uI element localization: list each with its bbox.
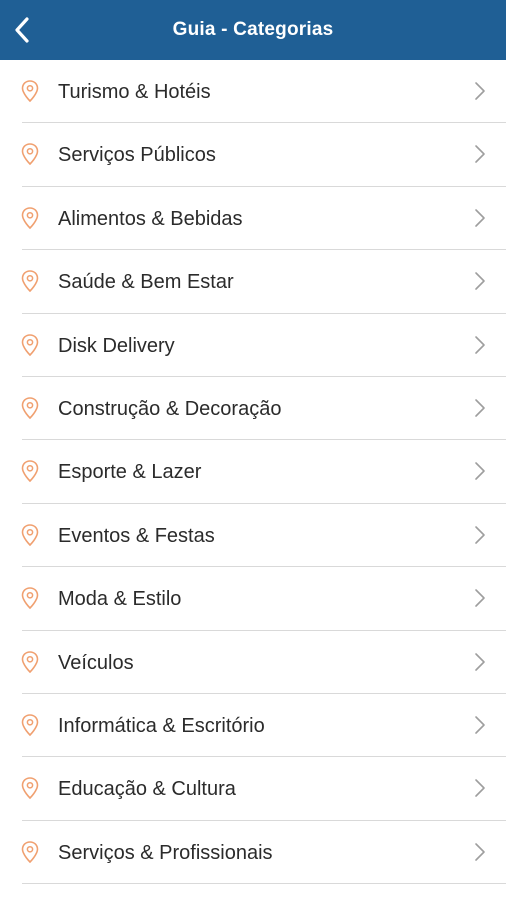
app-screen: Guia - Categorias Turismo & Hotéis Serviç… [0, 0, 506, 900]
chevron-right-icon [475, 335, 485, 354]
list-item[interactable]: Construção & Decoração [0, 377, 506, 441]
map-pin-icon [21, 397, 39, 420]
list-item-label: Turismo & Hotéis [58, 81, 211, 103]
chevron-right-icon [475, 208, 485, 227]
chevron-right-icon [475, 399, 485, 417]
category-list: Turismo & Hotéis Serviços Públicos Aliment… [0, 60, 506, 885]
list-item[interactable]: Informática & Escritório [0, 694, 506, 758]
list-item[interactable]: Serviços & Profissionais [0, 821, 506, 885]
list-item-label: Alimentos & Bebidas [58, 207, 243, 230]
list-item[interactable]: Eventos & Festas [0, 504, 506, 568]
list-item-label: Eventos & Festas [58, 524, 215, 547]
top-app-bar: Guia - Categorias [0, 0, 506, 60]
list-item-label: Construção & Decoração [58, 397, 282, 420]
list-item[interactable]: Alimentos & Bebidas [0, 187, 506, 251]
chevron-right-icon [475, 462, 485, 481]
map-pin-icon [21, 80, 39, 103]
list-item[interactable]: Educação & Cultura [0, 757, 506, 822]
map-pin-icon [21, 523, 39, 546]
list-item[interactable]: Disk Delivery [0, 314, 506, 378]
list-item[interactable]: Turismo & Hotéis [0, 60, 506, 124]
map-pin-icon [21, 460, 39, 483]
chevron-right-icon [475, 842, 485, 861]
chevron-right-icon [475, 145, 485, 164]
map-pin-icon [21, 587, 39, 610]
chevron-right-icon [475, 525, 485, 544]
list-item-label: Disk Delivery [58, 334, 175, 357]
list-item[interactable]: Saúde & Bem Estar [0, 250, 506, 314]
list-item[interactable]: Veículos [0, 631, 506, 695]
list-item[interactable]: Esporte & Lazer [0, 440, 506, 505]
list-item-label: Esporte & Lazer [58, 461, 202, 484]
chevron-right-icon [475, 589, 485, 607]
map-pin-icon [21, 840, 39, 863]
map-pin-icon [21, 777, 39, 800]
chevron-right-icon [475, 779, 485, 798]
list-item-label: Serviços & Profissionais [58, 841, 273, 864]
map-pin-icon [21, 143, 39, 166]
list-item[interactable]: Serviços Públicos [0, 123, 506, 188]
chevron-right-icon [475, 652, 485, 671]
list-item-label: Moda & Estilo [58, 588, 182, 611]
map-pin-icon [21, 333, 39, 356]
list-item-label: Saúde & Bem Estar [58, 271, 234, 294]
page-title: Guia - Categorias [172, 19, 334, 40]
list-item-label: Veículos [58, 651, 134, 674]
list-item[interactable]: Moda & Estilo [0, 567, 506, 631]
list-item-label: Educação & Cultura [58, 778, 236, 801]
chevron-right-icon [475, 82, 485, 100]
map-pin-icon [21, 206, 39, 229]
chevron-right-icon [475, 272, 485, 290]
list-item-label: Serviços Públicos [58, 144, 216, 167]
chevron-right-icon [475, 716, 485, 734]
map-pin-icon [21, 714, 39, 737]
list-item-label: Informática & Escritório [58, 714, 265, 737]
map-pin-icon [21, 650, 39, 673]
map-pin-icon [21, 270, 39, 293]
